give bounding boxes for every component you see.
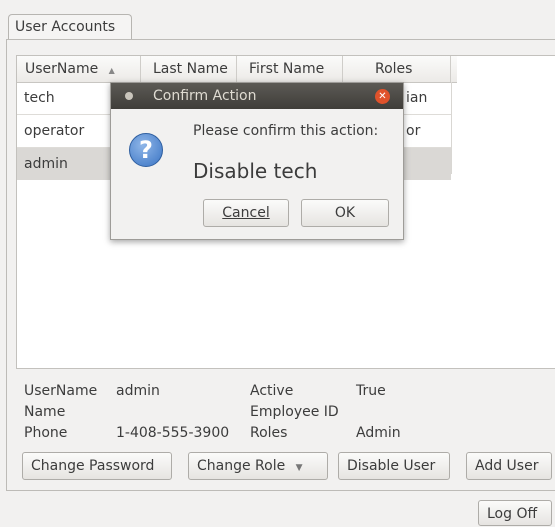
dialog-action-text: Disable tech: [193, 159, 318, 183]
ok-button[interactable]: OK: [301, 199, 389, 227]
table-header: UserName ▲ Last Name First Name Roles: [17, 56, 457, 83]
dropdown-arrow-icon: ▼: [295, 463, 303, 473]
cell-username: admin: [24, 156, 68, 172]
confirm-action-dialog: Confirm Action ✕ ? Please confirm this a…: [110, 82, 404, 240]
tab-user-accounts[interactable]: User Accounts: [8, 14, 132, 40]
disable-user-button[interactable]: Disable User: [338, 452, 450, 480]
window-menu-icon[interactable]: [125, 92, 133, 100]
active-value: True: [356, 383, 386, 399]
cancel-label: Cancel: [222, 205, 270, 221]
cancel-button[interactable]: Cancel: [203, 199, 289, 227]
close-icon[interactable]: ✕: [375, 89, 390, 104]
dialog-title: Confirm Action: [153, 88, 257, 104]
change-role-label: Change Role: [197, 458, 286, 474]
add-user-button[interactable]: Add User: [466, 452, 552, 480]
roles-value: Admin: [356, 425, 401, 441]
column-header-roles[interactable]: Roles: [343, 56, 451, 82]
dialog-message: Please confirm this action:: [193, 123, 379, 139]
name-label: Name: [24, 404, 66, 420]
roles-label: Roles: [250, 425, 288, 441]
active-label: Active: [250, 383, 294, 399]
column-header-label: UserName: [25, 61, 99, 77]
phone-label: Phone: [24, 425, 68, 441]
question-icon: ?: [129, 133, 163, 167]
username-value: admin: [116, 383, 160, 399]
phone-value: 1-408-555-3900: [116, 425, 230, 441]
username-label: UserName: [24, 383, 98, 399]
dialog-titlebar[interactable]: Confirm Action ✕: [111, 83, 403, 109]
change-role-button[interactable]: Change Role ▼: [188, 452, 328, 480]
column-header-first-name[interactable]: First Name: [237, 56, 343, 82]
column-header-last-name[interactable]: Last Name: [141, 56, 237, 82]
cell-username: operator: [24, 123, 85, 139]
employee-id-label: Employee ID: [250, 404, 339, 420]
change-password-button[interactable]: Change Password: [22, 452, 172, 480]
cell-username: tech: [24, 90, 55, 106]
ok-label: OK: [334, 205, 356, 221]
column-divider: [451, 82, 452, 174]
sort-ascending-icon: ▲: [108, 66, 115, 75]
column-header-username[interactable]: UserName ▲: [17, 56, 141, 82]
log-off-button[interactable]: Log Off: [478, 500, 552, 526]
